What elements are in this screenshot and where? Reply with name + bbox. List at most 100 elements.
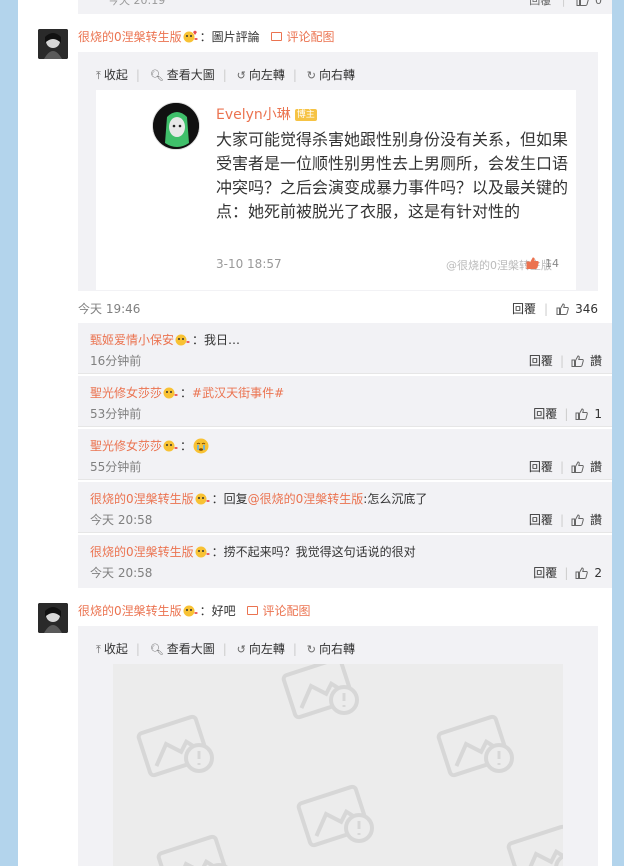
thumb-up-icon (571, 355, 584, 367)
reply-user[interactable]: 很烧的0涅槃转生版 (90, 492, 194, 506)
like-button[interactable]: 2 (575, 566, 602, 580)
collapse-button[interactable]: ⤒ 收起 (96, 640, 128, 657)
comment-feed: 今天 20:19 回覆 | 0 很烧的0涅槃转生版 ：圖片評論 评论配图 ⤒ 收起 |… (18, 0, 612, 866)
reply-time: 今天 20:58 (90, 513, 153, 527)
commenter-name[interactable]: 很烧的0涅槃转生版 (78, 604, 182, 618)
member-badge-icon (183, 605, 198, 617)
reply-time: 55分钟前 (90, 460, 142, 474)
comment-actions: 回覆 | 346 (512, 302, 598, 316)
rotate-left-icon: ↺ (236, 69, 246, 82)
reply-button[interactable]: 回覆 (533, 407, 557, 421)
thumb-up-icon (571, 461, 584, 473)
mention-link[interactable]: @很烧的0涅槃转生版 (248, 492, 364, 506)
thumb-up-icon (575, 408, 589, 420)
comment-time: 今天 19:46 (78, 302, 141, 316)
reply-text: ： (180, 439, 193, 453)
reply-text: ：捞不起来吗？我觉得这句话说的很对 (211, 545, 416, 559)
reply-actions: 回覆 | 讚 (528, 460, 602, 474)
previous-comment-footer: 今天 20:19 回覆 | 0 (78, 0, 612, 14)
reply-actions: 回覆 | 讚 (528, 513, 602, 527)
search-icon: 🔍︎ (149, 643, 164, 656)
previous-comment-time: 今天 20:19 (108, 0, 166, 7)
page-left-margin (0, 0, 18, 866)
reply-button[interactable]: 回覆 (529, 354, 553, 368)
thumb-up-icon (575, 567, 589, 579)
image-icon (271, 32, 283, 41)
image-toolbar: ⤒ 收起 | 🔍︎ 查看大圖 | ↺ 向左轉 | ↻ 向右轉 (96, 640, 355, 657)
commenter-name[interactable]: 很烧的0涅槃转生版 (78, 30, 182, 44)
member-badge-icon (195, 493, 210, 505)
screenshot-image[interactable]: Evelyn小琳 博主 大家可能觉得杀害她跟性别身份没有关系，但如果受害者是一位顺… (96, 90, 576, 290)
image-toolbar: ⤒ 收起 | 🔍︎ 查看大圖 | ↺ 向左轉 | ↻ 向右轉 (96, 66, 355, 83)
reply-text: ：我日… (192, 333, 241, 347)
commenter-avatar[interactable] (38, 29, 68, 59)
post-time: 3-10 18:57 (216, 257, 282, 271)
collapse-button[interactable]: ⤒ 收起 (96, 66, 128, 83)
member-badge-icon (163, 387, 179, 399)
member-badge-icon (195, 546, 210, 558)
reply-user[interactable]: 很烧的0涅槃转生版 (90, 545, 194, 559)
commenter-avatar[interactable] (38, 603, 68, 633)
reply-time: 今天 20:58 (90, 566, 153, 580)
view-large-button[interactable]: 🔍︎ 查看大圖 (150, 66, 215, 83)
rotate-right-button[interactable]: ↻ 向右轉 (307, 66, 355, 83)
arrow-up-icon: ⤒ (96, 69, 101, 82)
comment-image-link[interactable]: 评论配图 (247, 604, 311, 618)
comment-text: ：好吧 (199, 604, 236, 618)
like-button[interactable]: 0 (576, 0, 602, 7)
post-text: 大家可能觉得杀害她跟性别身份没有关系，但如果受害者是一位顺性别男性去上男厕所，会… (216, 130, 569, 221)
comment-image-link[interactable]: 评论配图 (271, 30, 335, 44)
arrow-up-icon: ⤒ (96, 643, 101, 656)
view-large-button[interactable]: 🔍︎ 查看大圖 (150, 640, 215, 657)
like-button[interactable]: 346 (556, 302, 598, 316)
reply-time: 53分钟前 (90, 407, 142, 421)
previous-comment-actions: 回覆 | 0 (529, 0, 602, 8)
image-loading-placeholder[interactable] (113, 664, 563, 866)
reply-item: 很烧的0涅槃转生版 ：回复@很烧的0涅槃转生版:怎么沉底了 今天 20:58 回覆… (78, 482, 612, 533)
rotate-right-button[interactable]: ↻ 向右轉 (307, 640, 355, 657)
reply-text-tail: :怎么沉底了 (363, 492, 428, 506)
thumb-up-icon (571, 514, 584, 526)
member-badge-icon (163, 440, 179, 452)
rotate-right-icon: ↻ (306, 69, 316, 82)
member-badge-icon (175, 334, 191, 346)
post-author-name: Evelyn小琳 (216, 107, 291, 123)
post-author-avatar (152, 102, 200, 150)
crying-emoji-icon (193, 438, 209, 454)
rotate-left-icon: ↺ (236, 643, 246, 656)
member-badge-icon (183, 30, 198, 43)
like-button[interactable]: 讚 (571, 460, 602, 474)
topic-link[interactable]: #武汉天街事件# (192, 386, 284, 400)
blogger-badge: 博主 (294, 109, 317, 121)
rotate-left-button[interactable]: ↺ 向左轉 (237, 640, 285, 657)
reply-text: ：回复 (211, 492, 248, 506)
reply-item: 甄姬爱情小保安 ：我日… 16分钟前 回覆 | 讚 (78, 323, 612, 374)
reply-text: ： (180, 386, 193, 400)
like-button[interactable]: 讚 (571, 513, 602, 527)
post-like-count: 14 (526, 257, 559, 270)
rotate-left-button[interactable]: ↺ 向左轉 (237, 66, 285, 83)
thumb-up-icon (526, 257, 539, 269)
reply-button[interactable]: 回覆 (533, 566, 557, 580)
reply-actions: 回覆 | 1 (533, 407, 602, 421)
search-icon: 🔍︎ (149, 69, 164, 82)
reply-item: 聖光修女莎莎 ： 55分钟前 回覆 | 讚 (78, 429, 612, 480)
reply-user[interactable]: 甄姬爱情小保安 (90, 333, 174, 347)
reply-user[interactable]: 聖光修女莎莎 (90, 439, 162, 453)
comment-line: 很烧的0涅槃转生版 ：圖片評論 评论配图 (78, 28, 335, 45)
page-right-margin (612, 0, 624, 866)
comment-text: ：圖片評論 (199, 30, 260, 44)
reply-button[interactable]: 回覆 (529, 0, 551, 7)
like-button[interactable]: 讚 (571, 354, 602, 368)
like-button[interactable]: 1 (575, 407, 602, 421)
reply-button[interactable]: 回覆 (512, 302, 536, 316)
reply-actions: 回覆 | 2 (533, 566, 602, 580)
reply-user[interactable]: 聖光修女莎莎 (90, 386, 162, 400)
reply-button[interactable]: 回覆 (529, 513, 553, 527)
reply-item: 很烧的0涅槃转生版 ：捞不起来吗？我觉得这句话说的很对 今天 20:58 回覆 | 2 (78, 535, 612, 588)
comment-line: 很烧的0涅槃转生版 ：好吧 评论配图 (78, 602, 311, 619)
reply-time: 16分钟前 (90, 354, 142, 368)
image-icon (247, 606, 259, 615)
reply-button[interactable]: 回覆 (529, 460, 553, 474)
reply-actions: 回覆 | 讚 (528, 354, 602, 368)
